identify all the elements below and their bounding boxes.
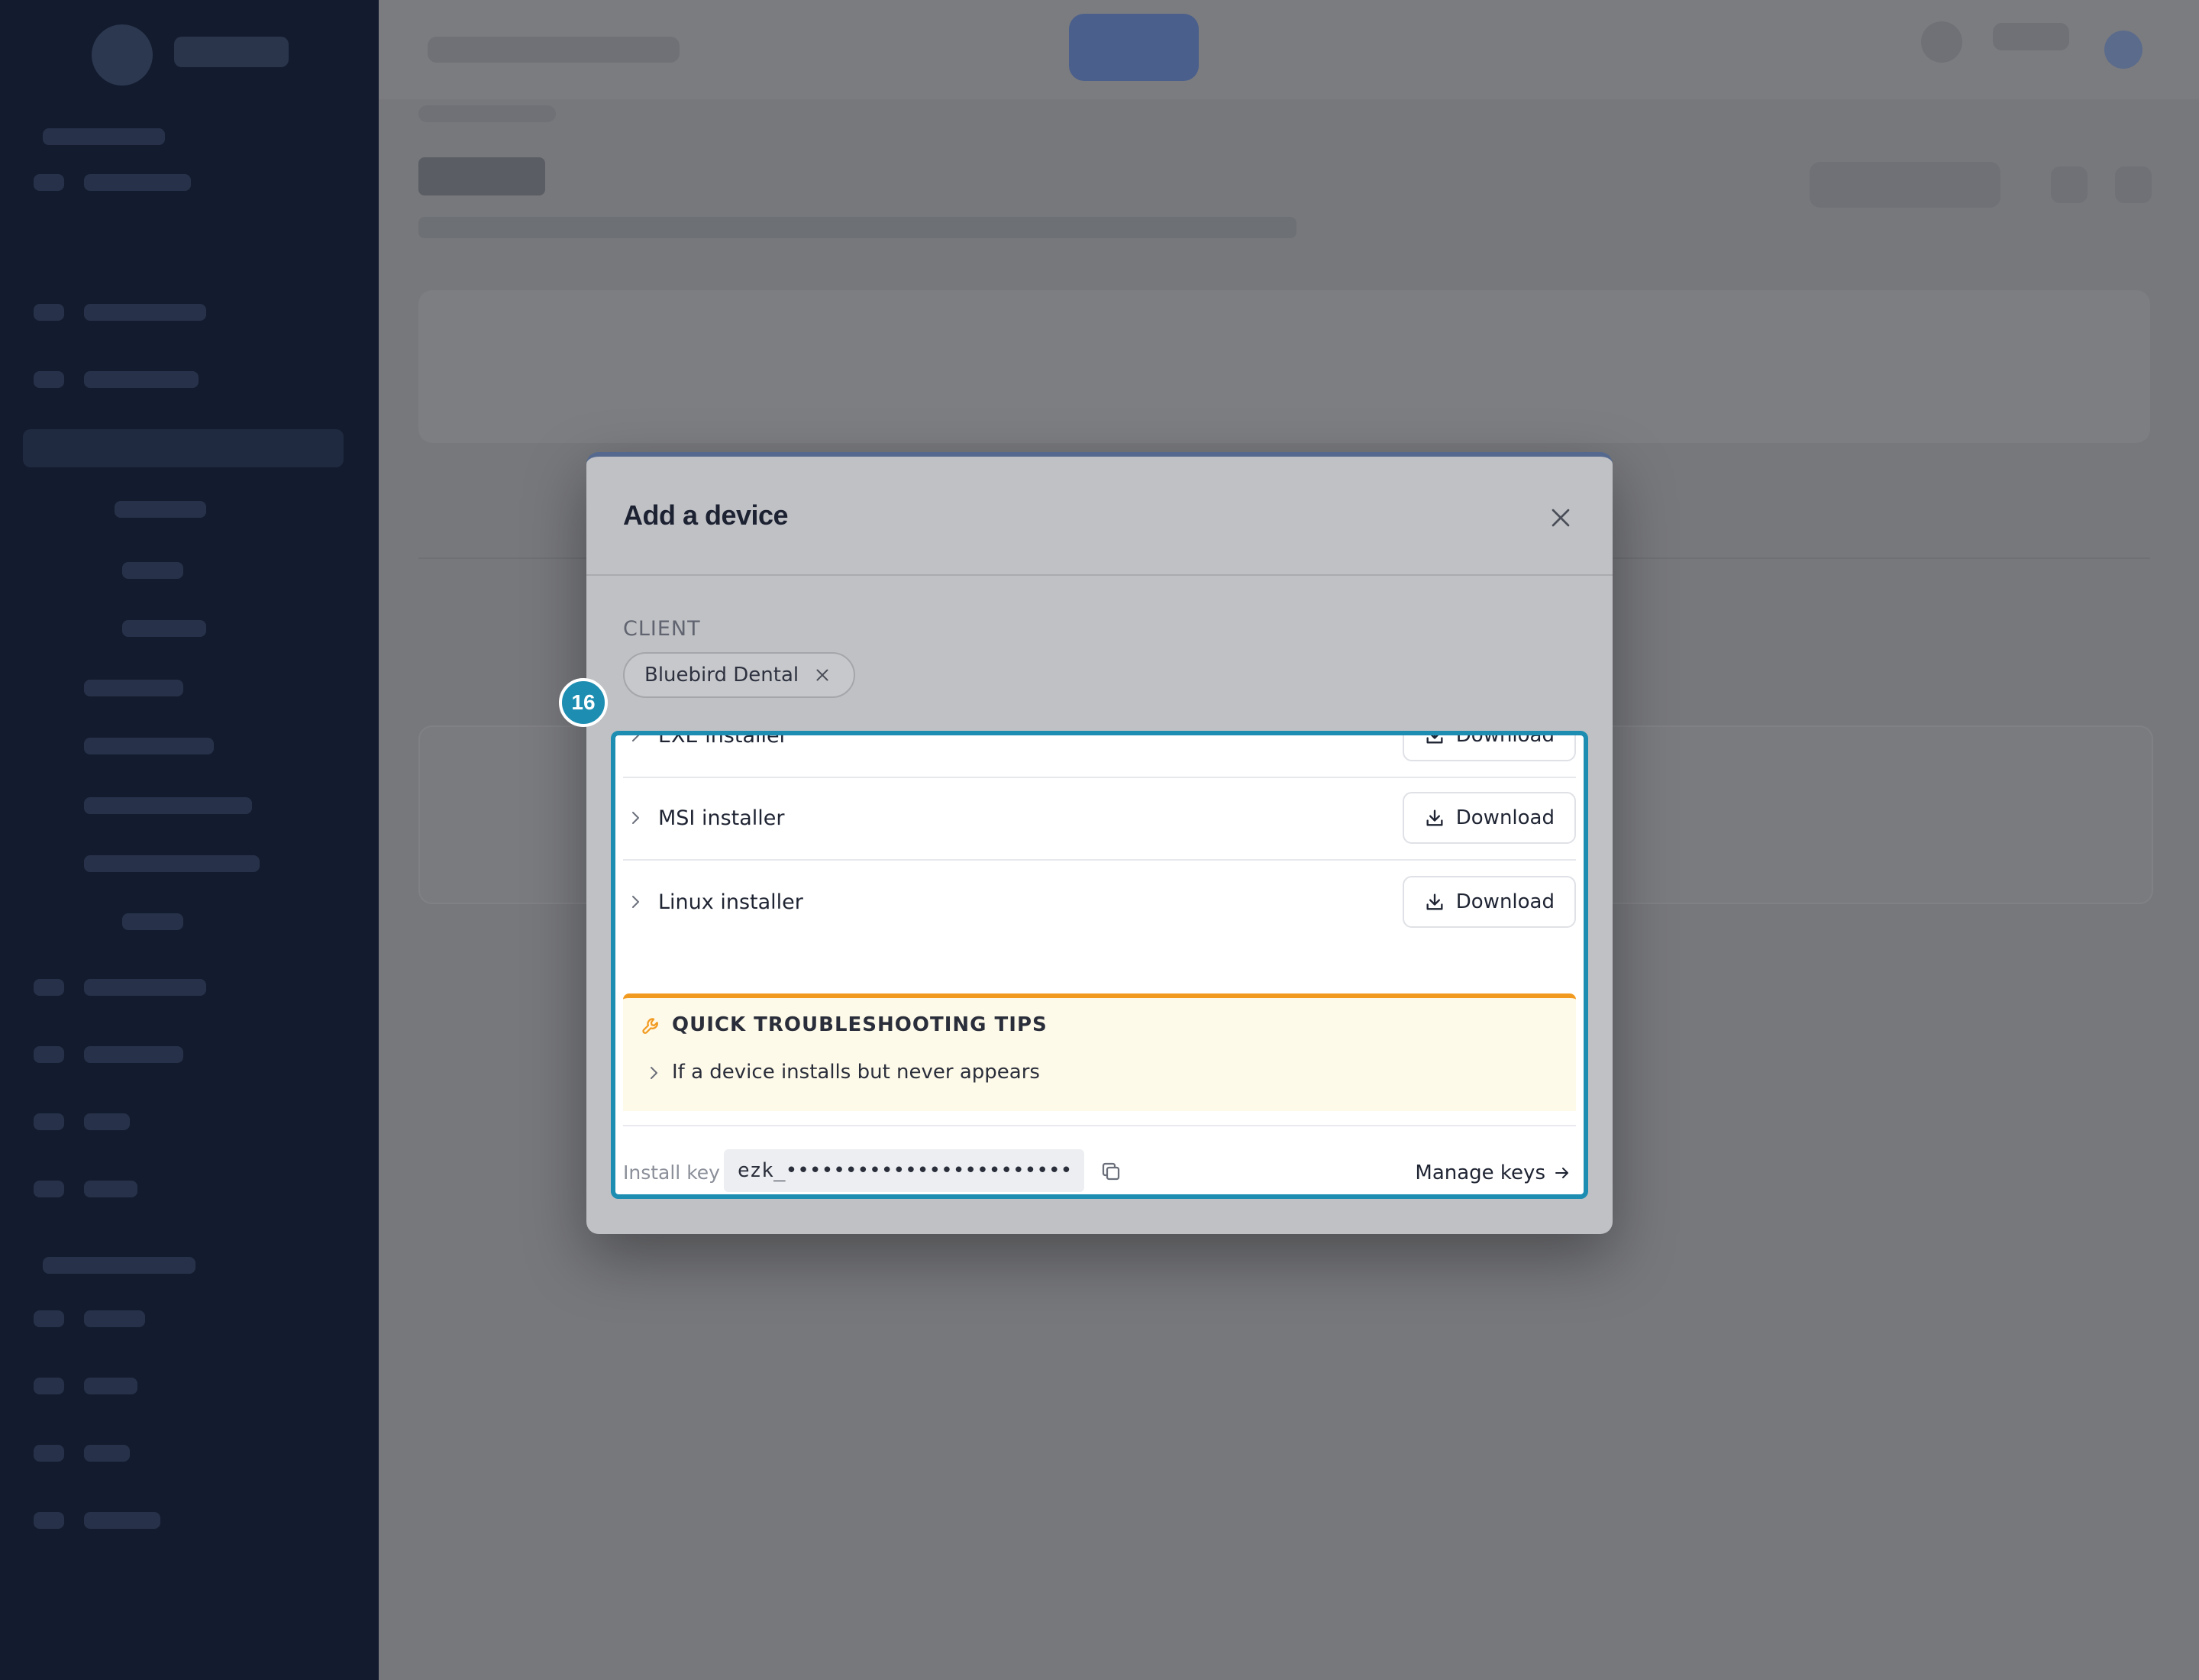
download-button[interactable]: Download — [1402, 876, 1576, 928]
chevron-right-icon — [632, 812, 639, 824]
download-label: Download — [1455, 806, 1555, 829]
installer-row-exe[interactable]: EXE installer Download — [623, 731, 1576, 778]
client-chip-label: Bluebird Dental — [644, 664, 799, 687]
breadcrumb — [418, 105, 556, 122]
download-icon — [1426, 735, 1443, 744]
sidebar-blurred-item — [115, 501, 206, 518]
sidebar-blurred-item — [43, 1257, 195, 1274]
sidebar-blurred-icon — [34, 1310, 64, 1327]
sidebar-blurred-icon — [34, 1378, 64, 1394]
help-icon — [1921, 21, 1962, 63]
sidebar-blurred-icon — [34, 1046, 64, 1063]
sidebar-active-item — [23, 429, 344, 467]
installer-label: MSI installer — [658, 806, 785, 830]
installer-row-msi[interactable]: MSI installer Download — [623, 777, 1576, 861]
header-button — [1810, 162, 2000, 208]
annotation-badge: 16 — [559, 678, 608, 727]
sidebar-blurred-icon — [34, 371, 64, 388]
tips-title: QUICK TROUBLESHOOTING TIPS — [672, 1013, 1048, 1036]
modal-header: Add a device — [586, 457, 1613, 576]
sidebar-blurred-icon — [34, 1113, 64, 1130]
sidebar-blurred-item — [84, 304, 206, 321]
divider — [623, 1125, 1576, 1126]
sidebar-blurred-icon — [34, 174, 64, 191]
chevron-right-icon — [632, 735, 639, 741]
sidebar-blurred-item — [43, 128, 165, 145]
sidebar-blurred-item — [84, 371, 199, 388]
installer-label: Linux installer — [658, 890, 803, 914]
download-icon — [1426, 893, 1443, 910]
sidebar-blurred-item — [84, 680, 183, 696]
sidebar-blurred-item — [84, 979, 206, 996]
sidebar-blurred-item — [122, 913, 183, 930]
wrench-icon — [642, 1018, 658, 1034]
close-button[interactable] — [1545, 502, 1576, 533]
download-icon — [1426, 809, 1443, 826]
sidebar-blurred-item — [84, 797, 252, 814]
sidebar-blurred-item — [84, 1310, 145, 1327]
page-subtitle — [418, 217, 1296, 238]
download-label: Download — [1455, 890, 1555, 913]
installer-section: EXE installer Download MSI installer Dow… — [611, 731, 1588, 1199]
page-title — [418, 157, 545, 195]
header-icon — [2115, 166, 2152, 203]
install-key-value: ezk_•••••••••••••••••••••••• — [724, 1149, 1084, 1192]
tips-item[interactable]: If a device installs but never appears — [672, 1061, 1040, 1084]
sidebar-blurred-icon — [34, 1512, 64, 1529]
sidebar-blurred-item — [84, 855, 260, 872]
installer-label: EXE installer — [658, 731, 788, 748]
remove-client-icon[interactable] — [812, 665, 832, 685]
sidebar-blurred-item — [122, 562, 183, 579]
sidebar-blurred-item — [122, 620, 206, 637]
app-logo — [92, 24, 153, 86]
user-name — [1993, 23, 2069, 50]
app-logo-text — [174, 37, 289, 67]
sidebar — [0, 0, 379, 1680]
sidebar-blurred-item — [84, 174, 191, 191]
copy-icon[interactable] — [1100, 1160, 1122, 1183]
sidebar-blurred-item — [84, 1046, 183, 1063]
sidebar-blurred-item — [84, 738, 214, 754]
close-icon — [1552, 509, 1570, 527]
download-label: Download — [1455, 731, 1555, 747]
sidebar-blurred-item — [84, 1378, 137, 1394]
info-card — [418, 290, 2150, 443]
manage-keys-link[interactable]: Manage keys — [1415, 1161, 1571, 1184]
sidebar-blurred-icon — [34, 304, 64, 321]
avatar — [2104, 31, 2142, 69]
download-button[interactable]: Download — [1402, 792, 1576, 844]
modal-title: Add a device — [623, 499, 789, 531]
arrow-right-icon — [1555, 1168, 1568, 1178]
primary-action-button — [1069, 14, 1199, 81]
chevron-right-icon — [632, 896, 639, 908]
sidebar-blurred-item — [84, 1512, 160, 1529]
sidebar-blurred-item — [84, 1445, 130, 1462]
search-bar — [428, 37, 680, 63]
sidebar-blurred-icon — [34, 1445, 64, 1462]
sidebar-blurred-icon — [34, 979, 64, 996]
install-key-row: Install key ezk_••••••••••••••••••••••••… — [623, 1148, 1576, 1194]
header-icon — [2051, 166, 2088, 203]
client-chip[interactable]: Bluebird Dental — [623, 652, 856, 698]
troubleshooting-tips: QUICK TROUBLESHOOTING TIPS If a device i… — [623, 993, 1576, 1111]
sidebar-blurred-item — [84, 1113, 130, 1130]
manage-keys-label: Manage keys — [1415, 1161, 1545, 1184]
sidebar-blurred-icon — [34, 1181, 64, 1197]
sidebar-blurred-item — [84, 1181, 137, 1197]
install-key-label: Install key — [623, 1161, 720, 1184]
client-label: CLIENT — [623, 617, 701, 641]
download-button[interactable]: Download — [1402, 731, 1576, 761]
installer-row-linux[interactable]: Linux installer Download — [623, 861, 1576, 943]
chevron-right-icon[interactable] — [644, 1064, 663, 1082]
